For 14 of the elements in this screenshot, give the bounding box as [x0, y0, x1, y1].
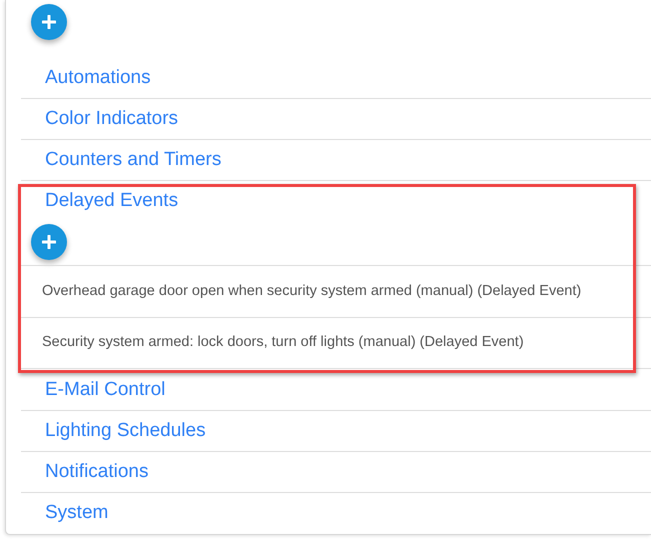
- category-link[interactable]: E-Mail Control: [45, 376, 166, 404]
- add-button[interactable]: [31, 224, 67, 260]
- plus-icon: [42, 235, 56, 249]
- category-link[interactable]: System: [45, 499, 108, 528]
- plus-icon: [42, 15, 56, 29]
- category-link[interactable]: Color Indicators: [45, 104, 178, 134]
- event-link[interactable]: Overhead garage door open when security system armed (manual) (Delayed Event): [42, 280, 582, 302]
- category-link[interactable]: Notifications: [45, 458, 148, 486]
- category-link[interactable]: Lighting Schedules: [45, 416, 206, 446]
- category-link[interactable]: Automations: [45, 64, 151, 92]
- category-link[interactable]: Delayed Events: [45, 187, 178, 216]
- add-button[interactable]: [31, 4, 67, 40]
- category-link[interactable]: Counters and Timers: [45, 146, 222, 174]
- event-link[interactable]: Security system armed: lock doors, turn off lights (manual) (Delayed Event): [42, 332, 524, 354]
